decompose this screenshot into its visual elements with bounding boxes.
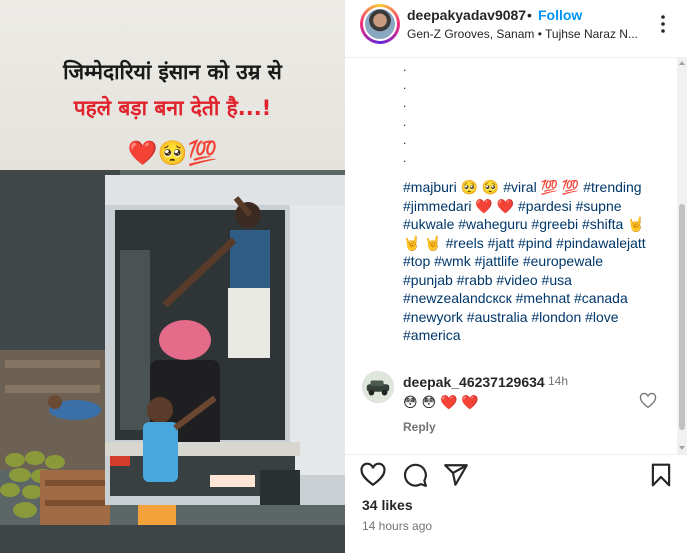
avatar[interactable] [363, 7, 397, 41]
post-media[interactable]: जिम्मेदारियां इंसान को उम्र से पहले बड़ा… [0, 0, 345, 553]
caption-dot: . [403, 132, 407, 147]
comment-like-heart-icon[interactable] [639, 392, 657, 410]
hashtag-line[interactable]: 🤘 🤘 #reels #jatt #pind #pindawalejatt [403, 234, 665, 253]
bookmark-icon[interactable] [648, 462, 674, 488]
comment-icon[interactable] [402, 462, 428, 488]
caption-dot: . [403, 150, 407, 165]
story-ring[interactable] [360, 4, 400, 44]
hashtag-text[interactable]: #newzealandcкcк #mehnat #canada [403, 290, 628, 306]
truck-scene-image [0, 170, 345, 553]
scroll-up-arrow-icon[interactable] [679, 61, 685, 65]
post-timestamp[interactable]: 14 hours ago [362, 519, 432, 533]
hashtag-line[interactable]: #newzealandcкcк #mehnat #canada [403, 289, 665, 308]
media-caption-emojis: ❤️🥺💯 [127, 140, 218, 167]
scrollbar-thumb[interactable] [679, 204, 685, 430]
hashtag-line[interactable]: #jimmedari ❤️ ❤️ #pardesi #supne [403, 197, 665, 216]
hashtag-line[interactable]: #majburi 🥺 🥺 #viral 💯 💯 #trending [403, 178, 665, 197]
hashtag-line[interactable]: #punjab #rabb #video #usa [403, 271, 665, 290]
reply-button[interactable]: Reply [403, 420, 436, 434]
comments-panel[interactable]: . . . . . . #majburi 🥺 🥺 #viral 💯 💯 #tre… [345, 58, 687, 454]
caption-dots: . . . . . . [403, 58, 423, 167]
post-header: deepakyadav9087 • Follow Gen-Z Grooves, … [345, 0, 687, 58]
hashtag-text[interactable]: #majburi 🥺 🥺 #viral 💯 💯 #trending [403, 179, 642, 195]
hashtag-text[interactable]: #newyork #australia #london #love [403, 309, 619, 325]
hashtag-text[interactable]: #top #wmk #jattlife #europewale [403, 253, 603, 269]
post-actions: 34 likes 14 hours ago [345, 454, 687, 553]
heart-icon[interactable] [360, 462, 386, 488]
caption-dot: . [403, 96, 407, 111]
hashtag-line[interactable]: #newyork #australia #london #love [403, 308, 665, 327]
comment-text: 😳 😳 ❤️ ❤️ [403, 394, 479, 410]
author-username[interactable]: deepakyadav9087 [407, 7, 526, 23]
comment-timestamp[interactable]: 14h [548, 374, 568, 388]
media-caption-line1: जिम्मेदारियां इंसान को उम्र से [63, 60, 282, 84]
hashtag-line[interactable]: #top #wmk #jattlife #europewale [403, 252, 665, 271]
likes-count[interactable]: 34 likes [362, 497, 413, 513]
caption-dot: . [403, 78, 407, 93]
hashtag-line[interactable]: #ukwale #waheguru #greebi #shifta 🤘 [403, 215, 665, 234]
scroll-down-arrow-icon[interactable] [679, 446, 685, 450]
comments-scrollbar[interactable] [677, 58, 687, 454]
hashtag-text[interactable]: #jimmedari ❤️ ❤️ #pardesi #supne [403, 198, 622, 214]
commenter-avatar[interactable] [362, 371, 394, 403]
media-caption-line2: पहले बड़ा बना देती है...! [73, 96, 272, 120]
separator-dot: • [527, 7, 532, 23]
commenter-username[interactable]: deepak_46237129634 [403, 374, 545, 390]
follow-button[interactable]: Follow [538, 7, 582, 23]
hashtag-text[interactable]: #ukwale #waheguru #greebi #shifta 🤘 [403, 216, 645, 232]
hashtag-text[interactable]: #punjab #rabb #video #usa [403, 272, 572, 288]
hashtag-caption: #majburi 🥺 🥺 #viral 💯 💯 #trending #jimme… [403, 178, 665, 345]
share-icon[interactable] [443, 462, 469, 488]
hashtag-line[interactable]: #america [403, 326, 665, 345]
media-caption-card: जिम्मेदारियां इंसान को उम्र से पहले बड़ा… [0, 0, 345, 178]
more-options-icon[interactable] [651, 12, 675, 36]
caption-dot: . [403, 60, 407, 74]
audio-track-link[interactable]: Gen-Z Grooves, Sanam • Tujhse Naraz N... [407, 27, 647, 41]
hashtag-text[interactable]: #america [403, 327, 461, 343]
caption-dot: . [403, 114, 407, 129]
hashtag-text[interactable]: 🤘 🤘 #reels #jatt #pind #pindawalejatt [403, 235, 646, 251]
